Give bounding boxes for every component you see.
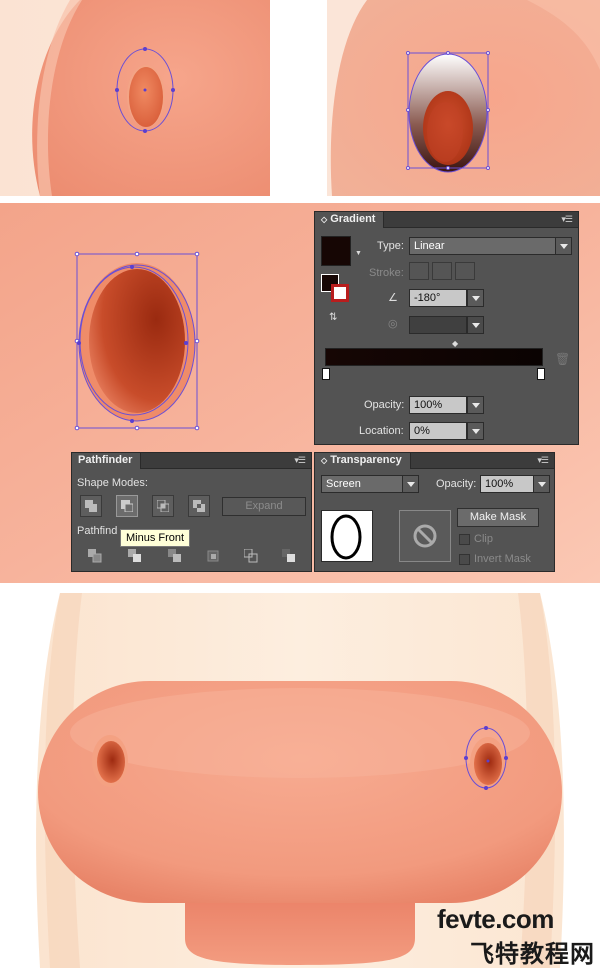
chevron-down-icon <box>467 317 483 333</box>
trash-icon[interactable]: 🗑 <box>555 352 570 366</box>
pathfinder-panel-header: Pathfinder ▾☰ <box>72 453 311 469</box>
aspect-ratio-icon: ◎ <box>388 318 398 330</box>
chevron-down-icon <box>555 238 571 254</box>
step1-illustration <box>0 0 270 196</box>
mask-thumbnail[interactable] <box>399 510 451 562</box>
unite-icon[interactable] <box>80 495 102 517</box>
aspect-ratio-dropdown[interactable] <box>467 316 484 334</box>
swatch-dropdown-icon[interactable]: ▼ <box>355 250 362 257</box>
clip-checkbox[interactable] <box>459 534 470 545</box>
clip-label: Clip <box>474 533 493 545</box>
chevron-down-icon <box>467 290 483 306</box>
panel-menu-icon[interactable]: ▾☰ <box>294 455 306 466</box>
gradient-stop-right[interactable] <box>537 368 545 380</box>
transparency-tab[interactable]: ◇ Transparency <box>315 453 411 469</box>
reverse-gradient-icon[interactable]: ⇅ <box>329 312 337 323</box>
make-mask-button[interactable]: Make Mask <box>457 508 539 527</box>
panel-menu-icon[interactable]: ▾☰ <box>537 455 549 466</box>
angle-dropdown[interactable] <box>467 289 484 307</box>
minus-back-icon[interactable] <box>278 545 300 567</box>
outline-icon[interactable] <box>240 545 262 567</box>
chevron-down-icon <box>467 423 483 439</box>
chevron-down-icon <box>467 397 483 413</box>
gradient-swatch[interactable] <box>321 236 351 266</box>
stroke-label: Stroke: <box>369 267 404 279</box>
panel-collapse-icon: ◇ <box>321 456 328 465</box>
panel-collapse-icon: ◇ <box>321 215 328 224</box>
watermark-site: fevte.com <box>437 904 554 934</box>
crop-icon[interactable] <box>202 545 224 567</box>
chevron-down-icon <box>533 476 549 492</box>
aspect-ratio-input[interactable] <box>409 316 467 334</box>
blend-mode-select[interactable]: Screen <box>321 475 419 493</box>
invert-mask-label: Invert Mask <box>474 553 531 565</box>
transparency-panel: ◇ Transparency ▾☰ Screen Opacity: 100% M… <box>314 452 555 572</box>
gradient-tab-label: Gradient <box>330 213 376 225</box>
angle-input[interactable]: -180° <box>409 289 467 307</box>
type-label: Type: <box>377 240 404 252</box>
transparency-opacity-dropdown[interactable] <box>533 475 550 493</box>
gradient-opacity-dropdown[interactable] <box>467 396 484 414</box>
expand-button[interactable]: Expand <box>222 497 306 516</box>
location-dropdown[interactable] <box>467 422 484 440</box>
trim-icon[interactable] <box>124 545 146 567</box>
merge-icon[interactable] <box>164 545 186 567</box>
gradient-opacity-input[interactable]: 100% <box>409 396 467 414</box>
gradient-opacity-label: Opacity: <box>364 399 405 411</box>
transparency-panel-header: ◇ Transparency ▾☰ <box>315 453 554 469</box>
transparency-opacity-label: Opacity: <box>436 478 477 490</box>
fill-stroke-icon[interactable] <box>321 274 351 304</box>
step1-canvas <box>0 0 270 196</box>
step2-canvas <box>327 0 600 196</box>
midpoint-diamond-icon[interactable]: ◆ <box>452 339 458 348</box>
stroke-across-icon[interactable] <box>455 262 475 280</box>
gradient-panel: ◇ Gradient ▾☰ ▼ Type: Linear Stroke: ∠ -… <box>314 211 579 445</box>
blend-mode-value: Screen <box>326 478 361 490</box>
step2-illustration <box>327 0 600 196</box>
type-select[interactable]: Linear <box>409 237 572 255</box>
no-mask-icon <box>413 524 437 548</box>
type-select-value: Linear <box>414 240 445 252</box>
transparency-tab-label: Transparency <box>330 454 402 466</box>
transparency-opacity-input[interactable]: 100% <box>480 475 534 493</box>
pathfinders-label: Pathfind <box>77 525 118 537</box>
divide-icon[interactable] <box>84 545 106 567</box>
chevron-down-icon <box>402 476 418 492</box>
watermark-chinese: 飞特教程网 <box>470 941 595 968</box>
exclude-icon[interactable] <box>188 495 210 517</box>
gradient-tab[interactable]: ◇ Gradient <box>315 212 385 228</box>
invert-mask-checkbox[interactable] <box>459 554 470 565</box>
object-thumbnail[interactable] <box>321 510 373 562</box>
gradient-stop-left[interactable] <box>322 368 330 380</box>
shape-modes-label: Shape Modes: <box>77 477 148 489</box>
location-label: Location: <box>359 425 404 437</box>
gradient-panel-header: ◇ Gradient ▾☰ <box>315 212 578 228</box>
angle-icon: ∠ <box>388 292 398 304</box>
pathfinder-tab[interactable]: Pathfinder <box>72 453 142 469</box>
intersect-icon[interactable] <box>152 495 174 517</box>
location-input[interactable]: 0% <box>409 422 467 440</box>
minus-front-icon[interactable] <box>116 495 138 517</box>
gradient-slider[interactable] <box>325 348 543 366</box>
pathfinder-panel: Pathfinder ▾☰ Shape Modes: Expand Pathfi… <box>71 452 312 572</box>
stroke-within-icon[interactable] <box>409 262 429 280</box>
panel-menu-icon[interactable]: ▾☰ <box>561 214 573 225</box>
stroke-along-icon[interactable] <box>432 262 452 280</box>
